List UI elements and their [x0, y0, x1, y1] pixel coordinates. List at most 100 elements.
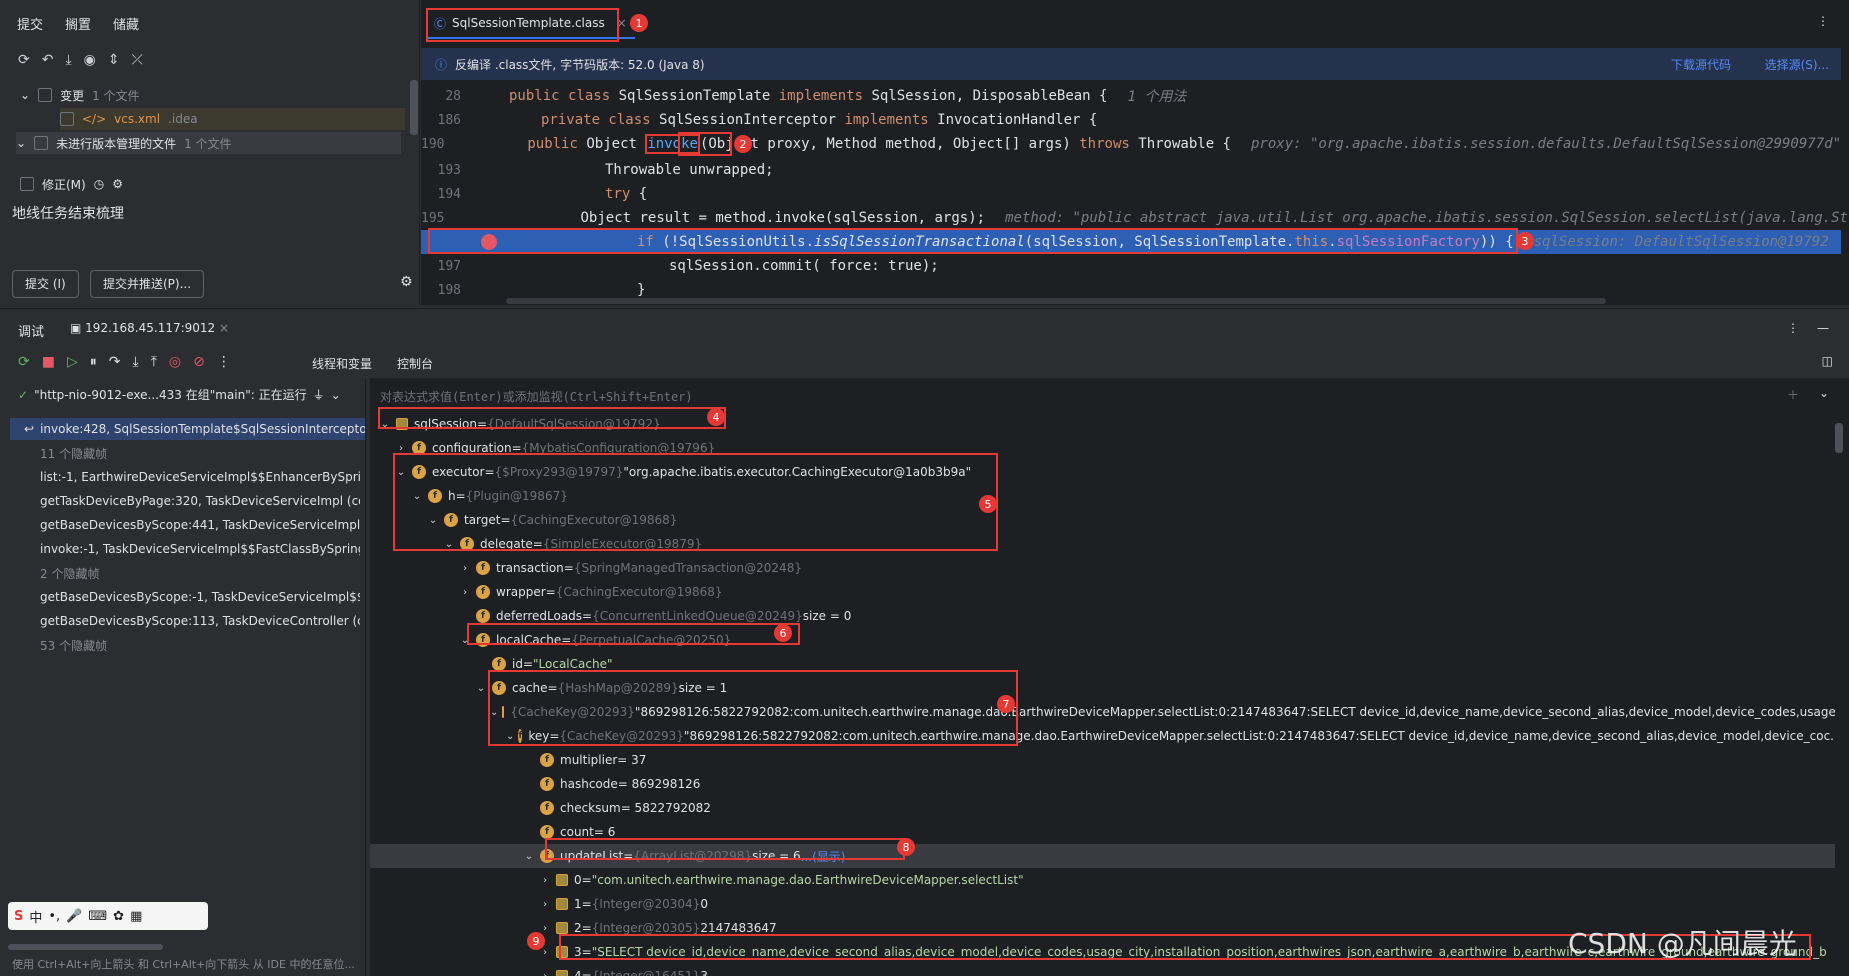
frame-row[interactable]: invoke:-1, TaskDeviceServiceImpl$$FastCl… [40, 538, 360, 560]
hidden-frames[interactable]: 2 个隐藏帧 [40, 562, 360, 584]
annotation-badge: 9 [527, 932, 545, 950]
stop-icon[interactable]: ■ [42, 354, 55, 370]
close-icon[interactable]: × [219, 321, 229, 335]
hidden-frames[interactable]: 53 个隐藏帧 [40, 634, 360, 656]
commit-button[interactable]: 提交 (I) [12, 270, 79, 298]
ime-toolbar[interactable]: S 中 •, 🎤 ⌨ ✿ ▦ [8, 902, 208, 930]
expand-icon[interactable]: ⇕ [108, 52, 120, 68]
frame-row[interactable]: getBaseDevicesByScope:441, TaskDeviceSer… [40, 514, 360, 536]
chevron-right-icon[interactable]: › [538, 899, 552, 910]
frame-row[interactable]: getTaskDeviceByPage:320, TaskDeviceServi… [40, 490, 360, 512]
chevron-down-icon[interactable]: ⌄ [474, 683, 488, 694]
download-source-link[interactable]: 下载源代码 [1671, 56, 1731, 73]
mute-breakpoints-icon[interactable]: ⊘ [193, 354, 205, 370]
chevron-right-icon[interactable]: › [538, 875, 552, 886]
variable-row[interactable]: › 4 = {Integer@16451} 3 [370, 964, 1835, 976]
unversioned-checkbox[interactable] [34, 136, 49, 150]
chevron-down-icon[interactable]: ⌄ [1819, 386, 1829, 400]
chevron-down-icon[interactable]: ⌄ [522, 851, 536, 862]
tab-threads-variables[interactable]: 线程和变量 [312, 355, 372, 372]
variable-name: count [560, 825, 594, 839]
editor-panel: Ⓒ SqlSessionTemplate.class × ⋮ ⓘ 反编译 .cl… [421, 0, 1849, 305]
chevron-down-icon[interactable]: ⌄ [20, 88, 30, 102]
choose-source-link[interactable]: 选择源(S)... [1765, 56, 1829, 73]
more-options-icon[interactable]: ⋮ [1787, 321, 1799, 335]
eye-icon[interactable]: ◉ [84, 52, 96, 68]
history-icon[interactable]: ◷ [94, 177, 104, 191]
unversioned-count: 1 个文件 [184, 136, 232, 151]
frame-row[interactable]: getBaseDevicesByScope:-1, TaskDeviceServ… [40, 586, 360, 608]
chevron-right-icon[interactable]: › [458, 587, 472, 598]
frame-row[interactable]: list:-1, EarthwireDeviceServiceImpl$$Enh… [40, 466, 360, 488]
variable-row[interactable]: › 1 = {Integer@20304} 0 [370, 892, 1835, 916]
tree-scrollbar[interactable] [410, 80, 418, 135]
tab-shelf[interactable]: 搁置 [65, 14, 91, 33]
minimize-icon[interactable]: — [1817, 321, 1829, 335]
chevron-right-icon[interactable]: › [538, 971, 552, 976]
layout-icon[interactable]: ◫ [1822, 354, 1833, 368]
chevron-right-icon[interactable]: › [458, 563, 472, 574]
amend-checkbox[interactable] [20, 177, 34, 191]
filter-icon[interactable]: ⏚ [313, 386, 325, 403]
ime-mode-icon[interactable]: 中 [29, 907, 42, 926]
equals-sign: = [545, 585, 556, 599]
frame-row[interactable]: getBaseDevicesByScope:113, TaskDeviceCon… [40, 610, 360, 632]
skin-icon[interactable]: ✿ [113, 909, 124, 924]
tab-console[interactable]: 控制台 [397, 355, 433, 372]
session-tab[interactable]: ▣ 192.168.45.117:9012 × [70, 321, 229, 335]
gear-icon[interactable]: ⚙ [400, 274, 413, 290]
unversioned-node[interactable]: ⌄ 未进行版本管理的文件 1 个文件 [16, 132, 401, 154]
vars-scrollbar[interactable] [1835, 423, 1843, 453]
thread-selector[interactable]: ✓ "http-nio-9012-exe...433 在组"main": 正在运… [18, 386, 341, 403]
variable-row[interactable]: › f transaction = {SpringManagedTransactio… [370, 556, 1835, 580]
info-text: 反编译 .class文件, 字节码版本: 52.0 (Java 8) [455, 57, 705, 72]
variable-row[interactable]: › 0 = "com.unitech.earthwire.manage.dao.E… [370, 868, 1835, 892]
keyboard-icon[interactable]: ⌨ [88, 909, 107, 924]
variable-row[interactable]: f multiplier = 37 [370, 748, 1835, 772]
commit-push-button[interactable]: 提交并推送(P)... [90, 270, 205, 298]
changes-node[interactable]: ⌄ 变更 1 个文件 [20, 84, 140, 106]
chevron-down-icon[interactable]: ⌄ [331, 388, 341, 402]
step-out-icon[interactable]: ⤒ [151, 354, 157, 370]
amend-row[interactable]: 修正(M) ◷ ⚙ [20, 173, 123, 195]
chevron-right-icon[interactable]: › [538, 923, 552, 934]
resume-icon[interactable]: ▷ [67, 354, 78, 370]
commit-message[interactable]: 地线任务结束梳理 [12, 203, 124, 223]
chevron-down-icon[interactable]: ⌄ [16, 136, 26, 150]
add-watch-icon[interactable]: ＋ [1787, 386, 1799, 403]
variable-row[interactable]: › f wrapper = {CachingExecutor@19868} [370, 580, 1835, 604]
eval-input[interactable]: 对表达式求值(Enter)或添加监视(Ctrl+Shift+Enter) [380, 388, 693, 405]
step-over-icon[interactable]: ↷ [109, 354, 121, 370]
frames-scrollbar[interactable] [8, 944, 163, 950]
step-into-icon[interactable]: ⤓ [132, 354, 138, 370]
code-line: 190 public Object invoke (Object proxy, M… [421, 134, 1841, 154]
file-checkbox[interactable] [60, 112, 74, 126]
view-breakpoints-icon[interactable]: ◎ [169, 354, 181, 370]
tab-stash[interactable]: 储藏 [113, 14, 139, 33]
grid-icon[interactable]: ▦ [130, 909, 142, 924]
frame-row[interactable]: ↩ invoke:428, SqlSessionTemplate$SqlSess… [10, 418, 365, 440]
editor-hscrollbar[interactable] [506, 298, 1606, 304]
equals-sign: = [581, 921, 592, 935]
chevron-right-icon[interactable]: › [394, 443, 408, 454]
mic-icon[interactable]: 🎤 [66, 909, 82, 924]
more-options-icon[interactable]: ⋮ [1817, 14, 1829, 28]
collapse-icon[interactable]: ⤫ [132, 52, 143, 68]
tab-commit[interactable]: 提交 [17, 14, 43, 33]
rollback-icon[interactable]: ↶ [42, 52, 54, 68]
variable-value: size = 0 [802, 609, 852, 623]
annotation-box [378, 407, 726, 429]
variable-row[interactable]: f hashcode = 869298126 [370, 772, 1835, 796]
rerun-icon[interactable]: ⟳ [18, 354, 30, 370]
variable-value: 0 [700, 897, 708, 911]
variable-row[interactable]: f checksum = 5822792082 [370, 796, 1835, 820]
punct-icon[interactable]: •, [48, 909, 60, 924]
changes-checkbox[interactable] [38, 88, 53, 102]
hidden-frames[interactable]: 11 个隐藏帧 [40, 442, 360, 464]
settings-icon[interactable]: ⚙ [112, 177, 123, 191]
more-options-icon[interactable]: ⋮ [217, 354, 231, 370]
refresh-icon[interactable]: ⟳ [18, 52, 30, 68]
pause-icon[interactable]: ⏸ [90, 354, 97, 370]
file-row-vcs[interactable]: </> vcs.xml .idea [60, 108, 405, 130]
download-icon[interactable]: ⤓ [65, 52, 71, 68]
